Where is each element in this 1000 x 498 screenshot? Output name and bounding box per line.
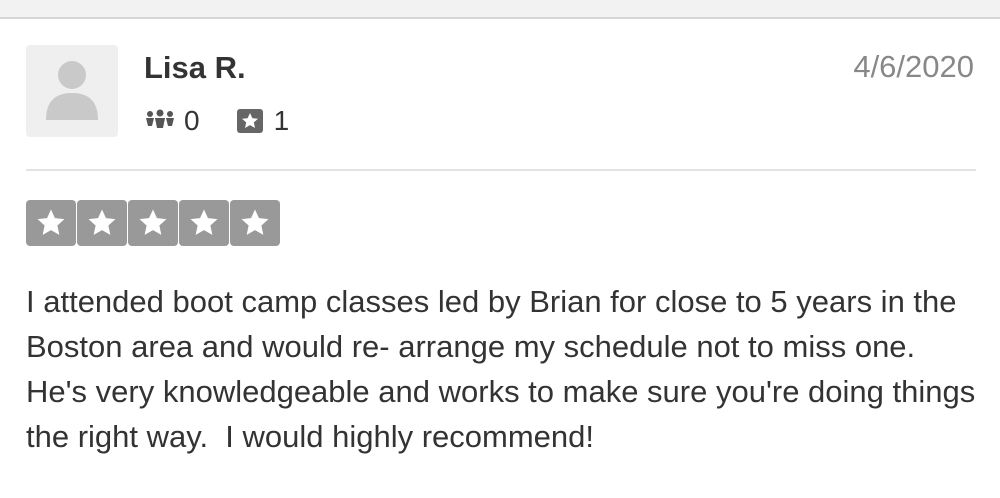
rating-star-5 xyxy=(230,200,280,246)
default-user-avatar-icon xyxy=(46,61,98,120)
top-divider xyxy=(0,0,1000,19)
review-star-icon xyxy=(234,105,266,137)
star-icon xyxy=(139,209,167,235)
rating-star-4 xyxy=(179,200,229,246)
rating-star-1 xyxy=(26,200,76,246)
review-card: Lisa R. 4/6/2020 0 1 I attended boot cam… xyxy=(0,0,1000,498)
star-icon xyxy=(37,209,65,235)
review-date: 4/6/2020 xyxy=(853,49,974,84)
reviewer-avatar[interactable] xyxy=(26,45,118,137)
reviewer-name[interactable]: Lisa R. xyxy=(144,49,246,87)
friends-count: 0 xyxy=(184,105,200,136)
friends-icon xyxy=(144,105,176,137)
reviewer-stats: 0 1 xyxy=(144,104,289,138)
section-divider xyxy=(26,169,976,171)
rating-star-3 xyxy=(128,200,178,246)
reviews-count: 1 xyxy=(273,105,290,136)
star-icon xyxy=(190,209,218,235)
star-icon xyxy=(241,209,269,235)
review-text: I attended boot camp classes led by Bria… xyxy=(26,284,984,454)
star-icon xyxy=(88,209,116,235)
rating-star-2 xyxy=(77,200,127,246)
star-rating xyxy=(26,200,280,246)
